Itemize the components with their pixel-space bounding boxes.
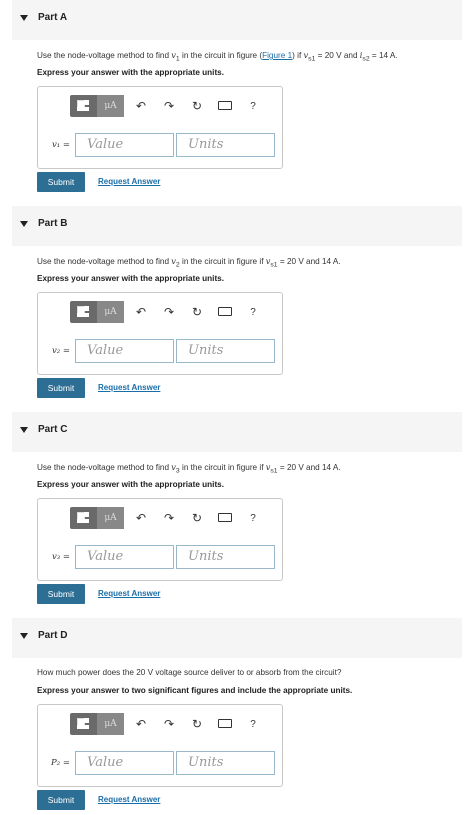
answer-box: μA ↶ ↷ ↻ ? P₂ = Value Units (37, 704, 283, 787)
answer-instruction: Express your answer with the appropriate… (37, 480, 224, 489)
value-input[interactable]: Value (75, 545, 174, 569)
math-toolbar: μA ↶ ↷ ↻ ? (70, 95, 264, 117)
caret-down-icon[interactable] (20, 15, 28, 21)
help-icon[interactable]: ? (242, 307, 264, 318)
templates-button[interactable] (70, 301, 97, 323)
value-input[interactable]: Value (75, 133, 174, 157)
reset-icon[interactable]: ↻ (186, 99, 208, 113)
reset-icon[interactable]: ↻ (186, 511, 208, 525)
undo-icon[interactable]: ↶ (130, 511, 152, 525)
units-button[interactable]: μA (97, 95, 124, 117)
input-row: v₂ = Value Units (44, 339, 275, 363)
reset-icon[interactable]: ↻ (186, 305, 208, 319)
question-prompt: Use the node-voltage method to find v1 i… (37, 50, 398, 63)
answer-box: μA ↶ ↷ ↻ ? v₂ = Value Units (37, 292, 283, 375)
input-label: P₂ = (51, 758, 70, 768)
caret-down-icon[interactable] (20, 633, 28, 639)
answer-instruction: Express your answer with the appropriate… (37, 274, 224, 283)
units-input[interactable]: Units (176, 545, 275, 569)
input-label: v₂ = (51, 346, 70, 356)
request-answer-link[interactable]: Request Answer (98, 795, 160, 804)
input-label: v₃ = (51, 552, 70, 562)
undo-icon[interactable]: ↶ (130, 717, 152, 731)
redo-icon[interactable]: ↷ (158, 717, 180, 731)
undo-icon[interactable]: ↶ (130, 305, 152, 319)
submit-button[interactable]: Submit (37, 584, 85, 604)
keyboard-icon[interactable] (214, 305, 236, 319)
part-title: Part D (38, 630, 68, 641)
units-input[interactable]: Units (176, 751, 275, 775)
part-title: Part C (38, 424, 68, 435)
part-header[interactable]: Part B (12, 206, 462, 246)
math-toolbar: μA ↶ ↷ ↻ ? (70, 713, 264, 735)
math-toolbar: μA ↶ ↷ ↻ ? (70, 507, 264, 529)
math-toolbar: μA ↶ ↷ ↻ ? (70, 301, 264, 323)
submit-button[interactable]: Submit (37, 378, 85, 398)
input-row: v₃ = Value Units (44, 545, 275, 569)
part-header[interactable]: Part A (12, 0, 462, 40)
units-input[interactable]: Units (176, 339, 275, 363)
question-prompt: Use the node-voltage method to find v2 i… (37, 256, 341, 269)
input-label: v₁ = (51, 140, 70, 150)
figure-link[interactable]: Figure 1 (262, 51, 292, 60)
units-input[interactable]: Units (176, 133, 275, 157)
caret-down-icon[interactable] (20, 427, 28, 433)
help-icon[interactable]: ? (242, 513, 264, 524)
keyboard-icon[interactable] (214, 99, 236, 113)
request-answer-link[interactable]: Request Answer (98, 383, 160, 392)
help-icon[interactable]: ? (242, 719, 264, 730)
question-prompt: Use the node-voltage method to find v3 i… (37, 462, 341, 475)
reset-icon[interactable]: ↻ (186, 717, 208, 731)
templates-button[interactable] (70, 507, 97, 529)
input-row: P₂ = Value Units (44, 751, 275, 775)
redo-icon[interactable]: ↷ (158, 99, 180, 113)
value-input[interactable]: Value (75, 751, 174, 775)
question-prompt: How much power does the 20 V voltage sou… (37, 668, 342, 677)
templates-button[interactable] (70, 713, 97, 735)
keyboard-icon[interactable] (214, 717, 236, 731)
redo-icon[interactable]: ↷ (158, 511, 180, 525)
answer-box: μA ↶ ↷ ↻ ? v₁ = Value Units (37, 86, 283, 169)
redo-icon[interactable]: ↷ (158, 305, 180, 319)
part-title: Part A (38, 12, 68, 23)
submit-button[interactable]: Submit (37, 790, 85, 810)
answer-instruction: Express your answer to two significant f… (37, 686, 353, 695)
units-button[interactable]: μA (97, 713, 124, 735)
help-icon[interactable]: ? (242, 101, 264, 112)
units-button[interactable]: μA (97, 507, 124, 529)
part-header[interactable]: Part C (12, 412, 462, 452)
units-button[interactable]: μA (97, 301, 124, 323)
input-row: v₁ = Value Units (44, 133, 275, 157)
undo-icon[interactable]: ↶ (130, 99, 152, 113)
templates-button[interactable] (70, 95, 97, 117)
answer-box: μA ↶ ↷ ↻ ? v₃ = Value Units (37, 498, 283, 581)
request-answer-link[interactable]: Request Answer (98, 177, 160, 186)
value-input[interactable]: Value (75, 339, 174, 363)
keyboard-icon[interactable] (214, 511, 236, 525)
part-title: Part B (38, 218, 68, 229)
caret-down-icon[interactable] (20, 221, 28, 227)
answer-instruction: Express your answer with the appropriate… (37, 68, 224, 77)
submit-button[interactable]: Submit (37, 172, 85, 192)
request-answer-link[interactable]: Request Answer (98, 589, 160, 598)
part-header[interactable]: Part D (12, 618, 462, 658)
